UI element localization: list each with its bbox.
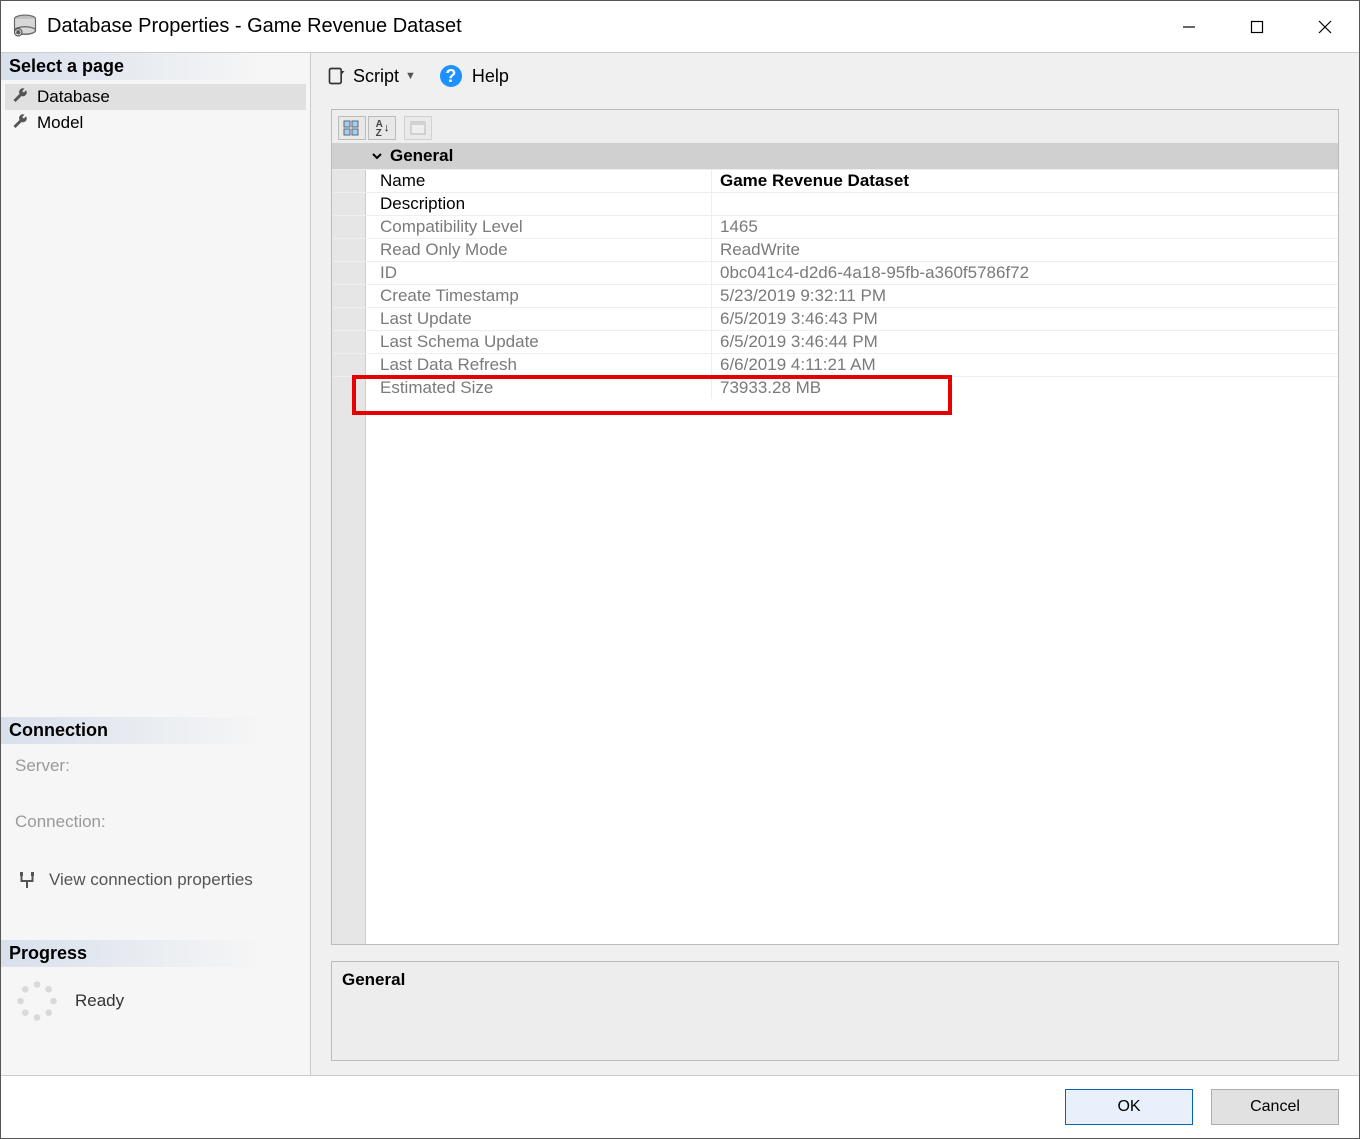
property-value: 6/5/2019 3:46:43 PM: [712, 308, 1338, 330]
wrench-icon: [11, 114, 29, 132]
property-row[interactable]: NameGame Revenue Dataset: [332, 169, 1338, 192]
grid-toolbar: AZ↓: [332, 110, 1338, 143]
property-value: 1465: [712, 216, 1338, 238]
page-item-label: Model: [37, 113, 83, 133]
window-title: Database Properties - Game Revenue Datas…: [47, 15, 1155, 38]
property-pages-button[interactable]: [404, 116, 432, 140]
page-item-database[interactable]: Database: [5, 84, 306, 110]
connection-icon: [15, 868, 39, 892]
connection-label: Connection:: [15, 812, 296, 832]
property-row[interactable]: Last Update6/5/2019 3:46:43 PM: [332, 307, 1338, 330]
description-pane: General: [331, 961, 1339, 1061]
ok-label: OK: [1117, 1098, 1140, 1116]
maximize-button[interactable]: [1223, 1, 1291, 52]
property-value: 0bc041c4-d2d6-4a18-95fb-a360f5786f72: [712, 262, 1338, 284]
property-label: Description: [332, 193, 712, 215]
script-icon: [327, 66, 347, 86]
spinner-icon: [15, 979, 59, 1023]
page-item-label: Database: [37, 87, 110, 107]
view-connection-label: View connection properties: [49, 870, 253, 890]
toolbar: Script ▼ ? Help: [311, 53, 1359, 99]
property-label: Compatibility Level: [332, 216, 712, 238]
page-item-model[interactable]: Model: [5, 110, 306, 136]
chevron-down-icon: ▼: [405, 70, 416, 82]
page-list: Database Model: [1, 80, 310, 146]
view-connection-properties[interactable]: View connection properties: [15, 868, 296, 892]
help-label: Help: [472, 66, 509, 87]
alphabetical-button[interactable]: AZ↓: [368, 116, 396, 140]
cancel-label: Cancel: [1250, 1098, 1300, 1116]
chevron-down-icon: [370, 149, 384, 163]
dialog-window: Database Properties - Game Revenue Datas…: [0, 0, 1360, 1139]
categorized-button[interactable]: [338, 116, 366, 140]
footer: OK Cancel: [1, 1076, 1359, 1138]
cancel-button[interactable]: Cancel: [1211, 1089, 1339, 1125]
property-row[interactable]: Create Timestamp5/23/2019 9:32:11 PM: [332, 284, 1338, 307]
connection-header: Connection: [1, 717, 310, 744]
property-label: Last Update: [332, 308, 712, 330]
property-value: 6/5/2019 3:46:44 PM: [712, 331, 1338, 353]
ok-button[interactable]: OK: [1065, 1089, 1193, 1125]
property-value: 5/23/2019 9:32:11 PM: [712, 285, 1338, 307]
property-label: Estimated Size: [332, 377, 712, 399]
category-label: General: [390, 146, 453, 166]
select-page-header: Select a page: [1, 53, 310, 80]
property-value[interactable]: [712, 193, 1338, 215]
database-icon: [11, 13, 39, 41]
description-header: General: [342, 970, 405, 989]
connection-body: Server: Connection: View connection prop…: [1, 744, 310, 940]
script-button[interactable]: Script ▼: [321, 64, 422, 89]
window-controls: [1155, 1, 1359, 52]
property-label: Name: [332, 170, 712, 192]
help-button[interactable]: ? Help: [428, 63, 515, 89]
property-label: Create Timestamp: [332, 285, 712, 307]
property-row[interactable]: Last Schema Update6/5/2019 3:46:44 PM: [332, 330, 1338, 353]
property-row[interactable]: Estimated Size73933.28 MB: [332, 376, 1338, 399]
right-panel: Script ▼ ? Help: [311, 53, 1359, 1075]
property-row[interactable]: Description: [332, 192, 1338, 215]
property-value: ReadWrite: [712, 239, 1338, 261]
progress-body: Ready: [1, 967, 310, 1035]
close-button[interactable]: [1291, 1, 1359, 52]
property-row[interactable]: ID0bc041c4-d2d6-4a18-95fb-a360f5786f72: [332, 261, 1338, 284]
help-icon: ?: [440, 65, 462, 87]
property-grid: AZ↓ General NameGame Revenue DatasetDesc…: [331, 109, 1339, 945]
property-value[interactable]: Game Revenue Dataset: [712, 170, 1338, 192]
progress-header: Progress: [1, 940, 310, 967]
titlebar: Database Properties - Game Revenue Datas…: [1, 1, 1359, 53]
minimize-button[interactable]: [1155, 1, 1223, 52]
property-row[interactable]: Read Only ModeReadWrite: [332, 238, 1338, 261]
property-row[interactable]: Compatibility Level1465: [332, 215, 1338, 238]
wrench-icon: [11, 88, 29, 106]
server-label: Server:: [15, 756, 296, 776]
property-label: Read Only Mode: [332, 239, 712, 261]
property-label: ID: [332, 262, 712, 284]
property-label: Last Schema Update: [332, 331, 712, 353]
progress-status: Ready: [75, 991, 124, 1011]
property-value: 73933.28 MB: [712, 377, 1338, 399]
property-row[interactable]: Last Data Refresh6/6/2019 4:11:21 AM: [332, 353, 1338, 376]
category-row[interactable]: General: [332, 143, 1338, 169]
script-label: Script: [353, 66, 399, 87]
property-label: Last Data Refresh: [332, 354, 712, 376]
property-value: 6/6/2019 4:11:21 AM: [712, 354, 1338, 376]
left-panel: Select a page Database Model Connection …: [1, 53, 311, 1075]
